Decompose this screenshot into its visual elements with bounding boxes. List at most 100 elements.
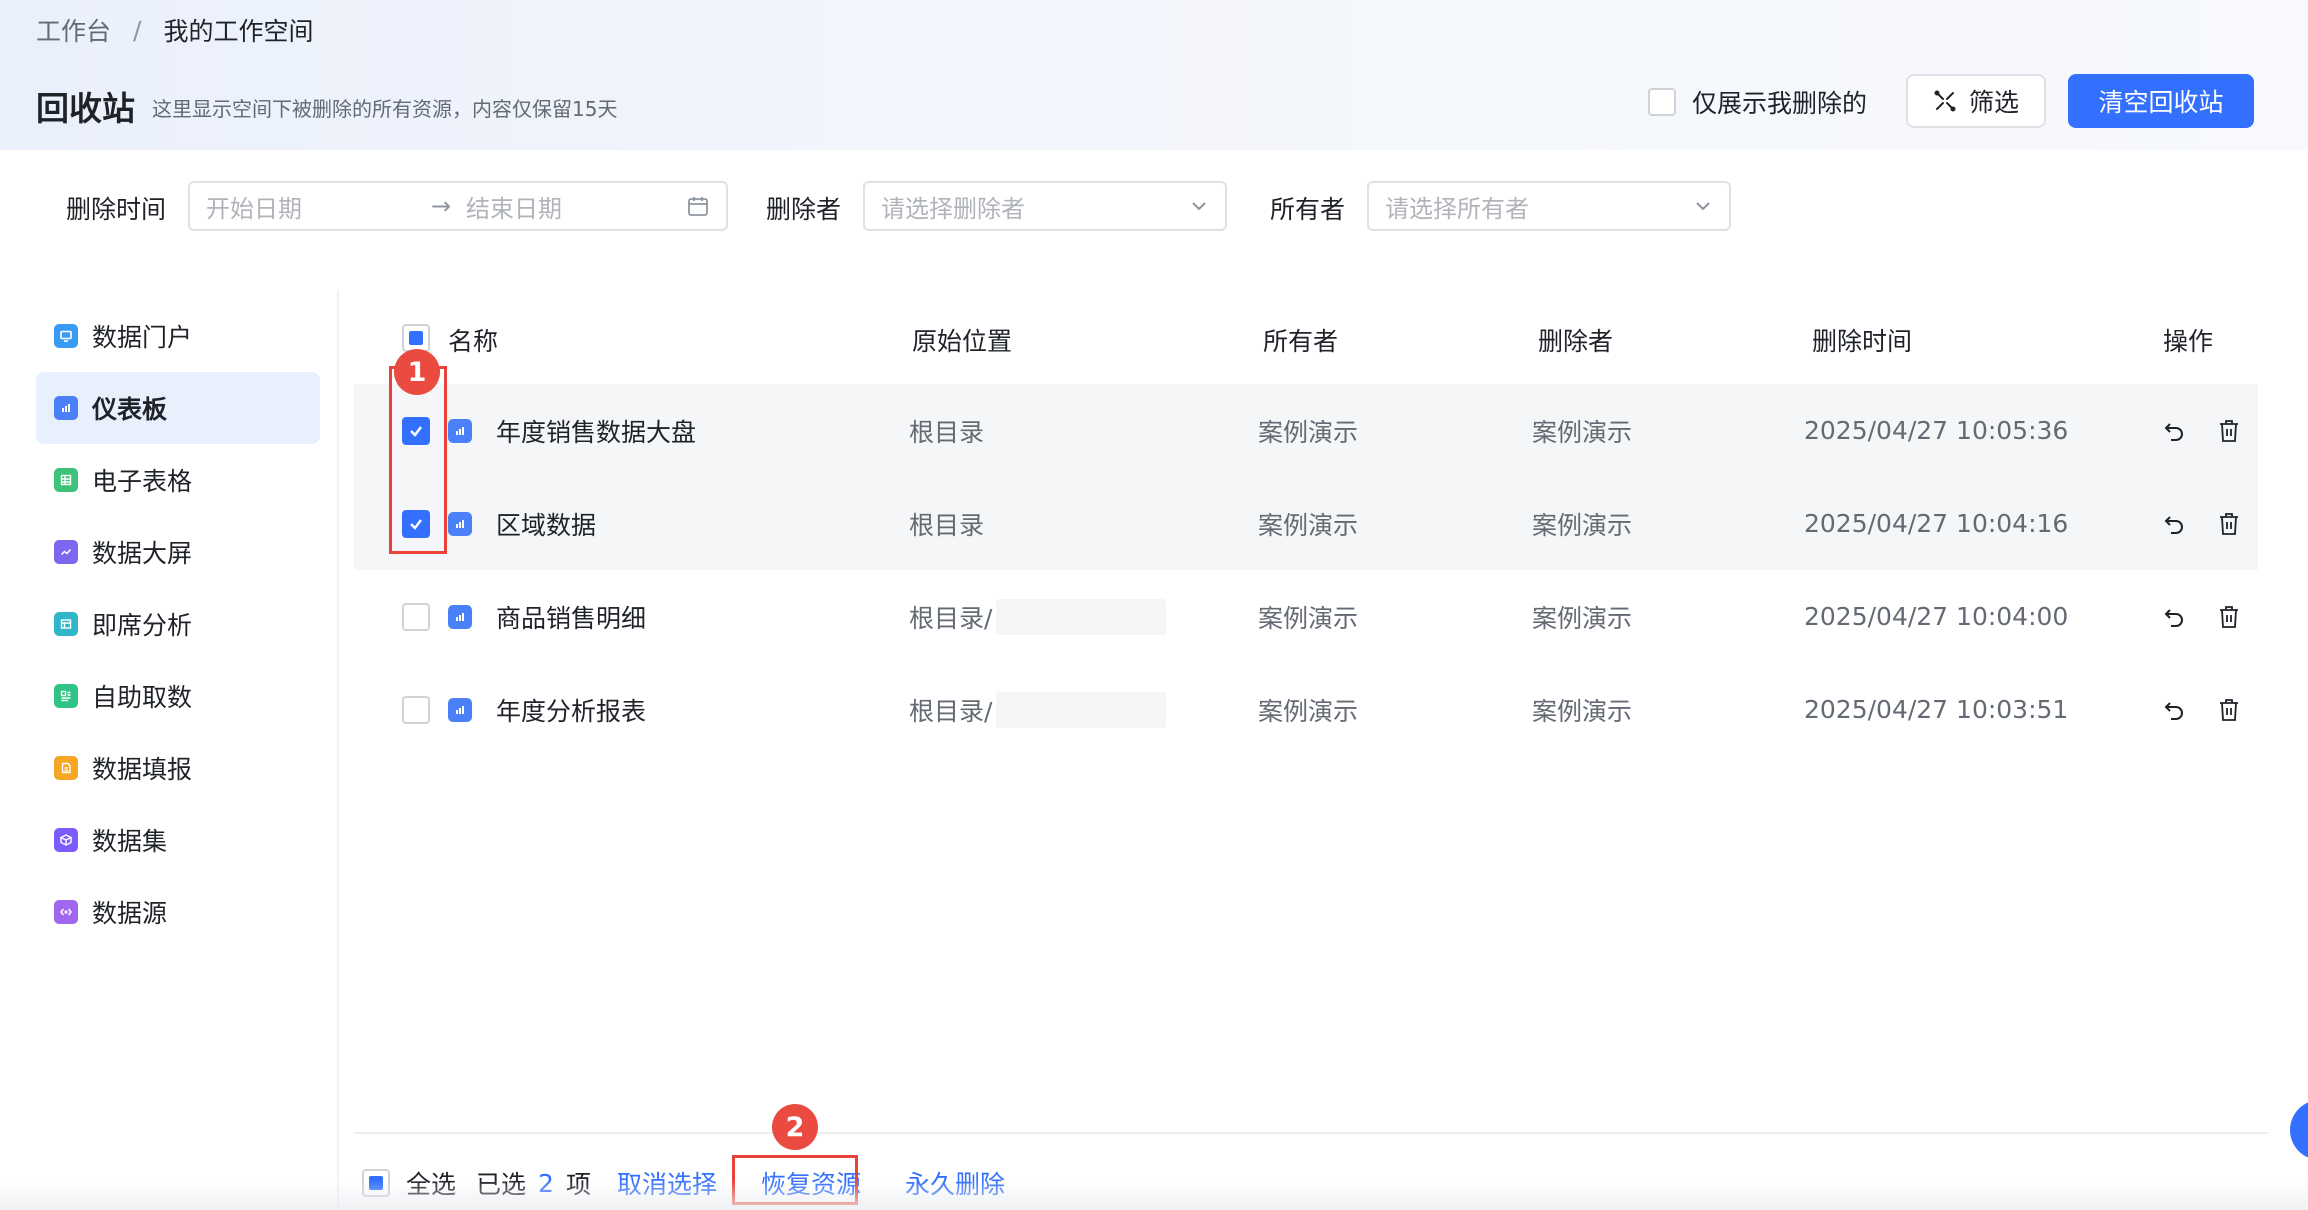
- row-checkbox[interactable]: [402, 602, 430, 631]
- portal-icon: [54, 324, 78, 348]
- start-date-input[interactable]: 开始日期: [206, 189, 416, 224]
- sidebar-item-spreadsheet[interactable]: 电子表格: [36, 444, 320, 516]
- column-header-deleter: 删除者: [1538, 327, 1614, 356]
- table-header: 名称 原始位置 所有者 删除者 删除时间 操作: [354, 300, 2258, 376]
- selfservice-icon: [54, 684, 78, 708]
- resource-location: 根目录/: [909, 603, 993, 633]
- cancel-selection-button[interactable]: 取消选择: [617, 1165, 717, 1201]
- resource-name: 年度分析报表: [496, 696, 647, 726]
- breadcrumb-current: 我的工作空间: [163, 17, 314, 46]
- spreadsheet-icon: [54, 468, 78, 492]
- calendar-icon: [688, 197, 708, 216]
- resource-location: 根目录: [909, 417, 985, 447]
- annotation-badge-2: 2: [772, 1104, 818, 1150]
- filter-button[interactable]: 筛选: [1906, 74, 2046, 128]
- owner-label: 所有者: [1270, 195, 1346, 224]
- batch-action-bar: 全选 已选 2 项 取消选择 恢复资源 永久删除: [362, 1162, 1005, 1204]
- sidebar-item-label: 即席分析: [92, 611, 193, 640]
- resource-owner: 案例演示: [1258, 603, 1359, 633]
- owner-select[interactable]: 请选择所有者: [1367, 181, 1731, 231]
- sidebar-item-selfservice[interactable]: 自助取数: [36, 660, 320, 732]
- resource-owner: 案例演示: [1258, 417, 1359, 447]
- resource-delete-time: 2025/04/27 10:04:16: [1804, 509, 2069, 538]
- page-title: 回收站: [36, 89, 135, 128]
- column-header-location: 原始位置: [912, 327, 1013, 356]
- row-checkbox[interactable]: [402, 695, 430, 724]
- annotation-box-2: [732, 1155, 858, 1205]
- resource-owner: 案例演示: [1258, 510, 1359, 540]
- sidebar-item-label: 数据集: [92, 827, 168, 856]
- sidebar-item-form[interactable]: 数据填报: [36, 732, 320, 804]
- redacted-path: [996, 691, 1167, 728]
- date-range-picker[interactable]: 开始日期 → 结束日期: [188, 181, 728, 231]
- table-row[interactable]: 商品销售明细 根目录/ 案例演示 案例演示 2025/04/27 10:04:0…: [354, 570, 2258, 663]
- sidebar-item-label: 电子表格: [92, 467, 193, 496]
- end-date-input[interactable]: 结束日期: [466, 189, 686, 224]
- resource-delete-time: 2025/04/27 10:05:36: [1804, 416, 2069, 445]
- sidebar-item-portal[interactable]: 数据门户: [36, 300, 320, 372]
- deleter-select[interactable]: 请选择删除者: [863, 181, 1227, 231]
- only-mine-toggle[interactable]: 仅展示我删除的: [1648, 84, 1867, 120]
- resource-name: 商品销售明细: [496, 603, 647, 633]
- sidebar-item-label: 数据门户: [92, 323, 193, 352]
- delete-icon[interactable]: [2218, 605, 2240, 629]
- redacted-path: [996, 598, 1167, 635]
- delete-icon[interactable]: [2218, 419, 2240, 443]
- datasource-icon: [54, 900, 78, 924]
- select-all-label[interactable]: 全选: [406, 1165, 456, 1201]
- resource-deleter: 案例演示: [1532, 696, 1633, 726]
- screen-icon: [54, 540, 78, 564]
- selected-count: 2: [538, 1168, 554, 1198]
- filter-icon: [1934, 90, 1956, 112]
- range-arrow: →: [430, 192, 452, 220]
- sidebar-item-screen[interactable]: 数据大屏: [36, 516, 320, 588]
- breadcrumb-separator: /: [133, 15, 142, 45]
- sidebar-item-datasource[interactable]: 数据源: [36, 876, 320, 948]
- clear-recycle-bin-button[interactable]: 清空回收站: [2068, 74, 2254, 128]
- resource-name: 区域数据: [496, 510, 597, 540]
- table-row[interactable]: 年度销售数据大盘 根目录 案例演示 案例演示 2025/04/27 10:05:…: [354, 384, 2258, 477]
- delete-forever-button[interactable]: 永久删除: [905, 1165, 1005, 1201]
- column-header-owner: 所有者: [1263, 327, 1339, 356]
- dashboard-icon: [54, 396, 78, 420]
- floating-help-button[interactable]: [2290, 1100, 2308, 1160]
- delete-time-label: 删除时间: [66, 195, 167, 224]
- restore-icon[interactable]: [2162, 605, 2186, 629]
- restore-icon[interactable]: [2162, 419, 2186, 443]
- dataset-icon: [54, 828, 78, 852]
- sidebar-item-dataset[interactable]: 数据集: [36, 804, 320, 876]
- dashboard-icon: [448, 418, 472, 443]
- deleter-label: 删除者: [766, 195, 842, 224]
- sidebar-divider: [337, 290, 339, 1210]
- selected-prefix: 已选: [476, 1170, 527, 1199]
- dashboard-icon: [448, 511, 472, 536]
- breadcrumb: 工作台 / 我的工作空间: [36, 12, 313, 48]
- only-mine-checkbox[interactable]: [1648, 88, 1676, 116]
- header-select-all-checkbox[interactable]: [402, 324, 430, 352]
- annotation-badge-1: 1: [394, 349, 440, 395]
- table-row[interactable]: 年度分析报表 根目录/ 案例演示 案例演示 2025/04/27 10:03:5…: [354, 663, 2258, 756]
- filter-button-label: 筛选: [1968, 88, 2019, 117]
- resource-deleter: 案例演示: [1532, 417, 1633, 447]
- selected-suffix: 项: [565, 1170, 591, 1199]
- resource-location: 根目录: [909, 510, 985, 540]
- delete-icon[interactable]: [2218, 698, 2240, 722]
- restore-icon[interactable]: [2162, 512, 2186, 536]
- dashboard-icon: [448, 604, 472, 629]
- chevron-down-icon: [1696, 202, 1710, 211]
- sidebar: 数据门户 仪表板 电子表格 数据大屏 即席分析 自助取数 数据填报 数据集 数据…: [36, 300, 320, 948]
- bottom-shadow: [0, 1180, 2308, 1210]
- column-header-time: 删除时间: [1812, 327, 1913, 356]
- resource-name: 年度销售数据大盘: [496, 417, 697, 447]
- restore-icon[interactable]: [2162, 698, 2186, 722]
- table-row[interactable]: 区域数据 根目录 案例演示 案例演示 2025/04/27 10:04:16: [354, 477, 2258, 570]
- owner-select-placeholder: 请选择所有者: [1385, 194, 1529, 223]
- footer-select-all-checkbox[interactable]: [362, 1169, 390, 1197]
- delete-icon[interactable]: [2218, 512, 2240, 536]
- sidebar-item-adhoc[interactable]: 即席分析: [36, 588, 320, 660]
- sidebar-item-label: 数据源: [92, 899, 168, 928]
- footer-divider: [354, 1132, 2268, 1134]
- breadcrumb-root[interactable]: 工作台: [36, 12, 111, 48]
- sidebar-item-label: 数据大屏: [92, 539, 193, 568]
- sidebar-item-dashboard[interactable]: 仪表板: [36, 372, 320, 444]
